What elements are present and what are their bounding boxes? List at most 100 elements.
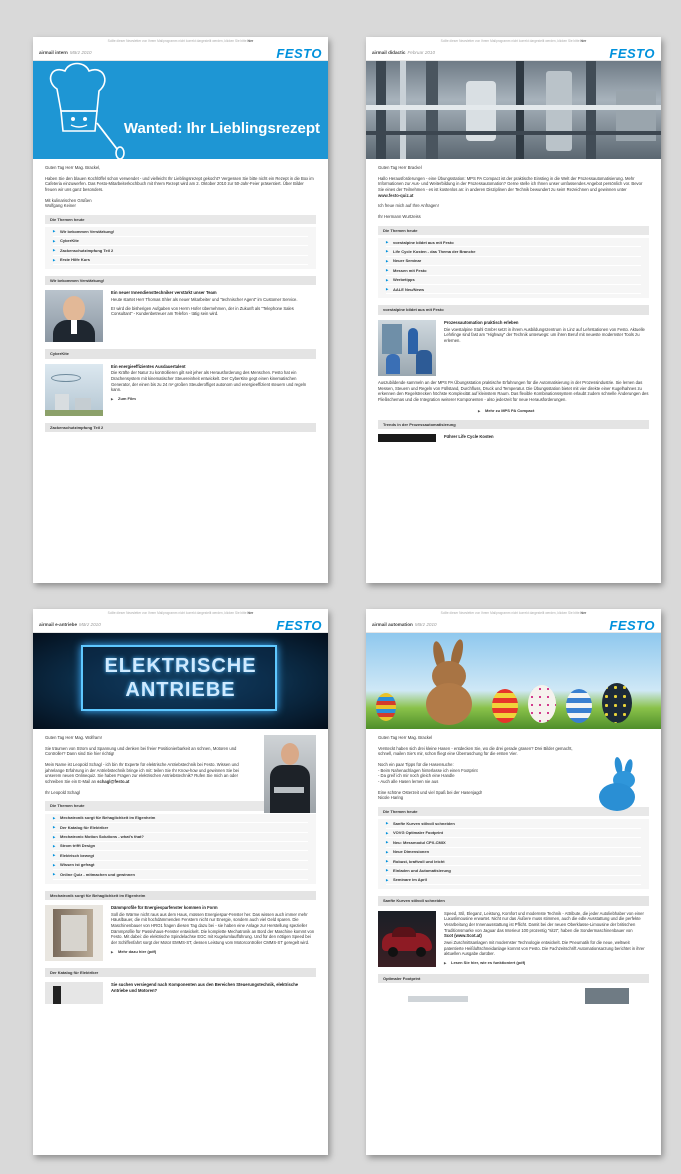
greeting: Guten Tag Herr Mag. Brackel, xyxy=(45,165,101,170)
intro-text: Versteckt haben sich drei kleine Hasen -… xyxy=(378,745,573,757)
mail-date: Februar 2010 xyxy=(407,50,436,56)
topic-link[interactable]: VOVG Optimaler Footprint xyxy=(386,829,641,839)
intro-text: Hallo Herausforderungen - eine Übungssta… xyxy=(378,175,643,198)
greeting: Guten Tag Herr Brackel xyxy=(378,165,422,170)
festo-logo: FESTO xyxy=(276,617,322,633)
topics-title: Die Themen heute xyxy=(378,225,649,236)
more-link[interactable]: Mehr zu MPS PA Compact xyxy=(478,408,649,413)
topic-link[interactable]: Sanfte Kurven stilvoll schneiden xyxy=(386,819,641,829)
chef-hat-icon xyxy=(49,62,125,159)
view-in-browser-link[interactable]: hier xyxy=(247,39,253,43)
newsletter-page-intern: Sollte dieser Newsletter von Ihrem Mailp… xyxy=(33,37,328,583)
topic-link[interactable]: Neue Dimensionen xyxy=(386,848,641,857)
intro-text: Haben Sie den blauen Kochlöffel schon ve… xyxy=(45,175,314,193)
wish-text: Ich freue mich auf Ihre Anfragen! xyxy=(378,203,439,209)
article: Dämmprofile für Energiesparfenster komme… xyxy=(45,904,316,961)
newsletter-page-e-antriebe: Sollte dieser Newsletter von Ihrem Mailp… xyxy=(33,609,328,1155)
article: Ein energieeffizientes Ausdauertalent Di… xyxy=(45,363,316,416)
mail-date: März 2010 xyxy=(414,622,437,628)
section-title: Wir bekommen Verstärkung! xyxy=(45,275,316,286)
topic-link[interactable]: Online Quiz - mitmachen und gewinnen xyxy=(53,870,308,880)
topic-link[interactable]: Mechatronik sorgt für Behaglichkeit im E… xyxy=(53,814,308,824)
more-link[interactable]: Lesen Sie hier, wie es funktioniert (pdf… xyxy=(444,960,649,965)
topics-list: Mechatronik sorgt für Behaglichkeit im E… xyxy=(45,813,316,884)
mail-header: airmail intern März 2010 FESTO xyxy=(33,45,328,61)
view-in-browser-link[interactable]: hier xyxy=(580,39,586,43)
topics-title: Die Themen heute xyxy=(45,215,316,225)
topic-link[interactable]: CyberKite xyxy=(53,237,308,247)
topic-link[interactable]: Der Katalog für Elektriker xyxy=(53,823,308,833)
topic-link[interactable]: Mechatronic Motion Solutions - what's th… xyxy=(53,833,308,842)
topic-link[interactable]: AALE Neu/News xyxy=(386,285,641,295)
topic-link[interactable]: Robust, kraftvoll und leicht xyxy=(386,857,641,867)
email-link[interactable]: schagl@festo.at xyxy=(97,779,129,784)
topic-link[interactable]: Wir bekommen Verstärkung! xyxy=(53,227,308,237)
banner-electric-drives: ELEKTRISCHE ANTRIEBE xyxy=(33,633,328,729)
article-thumb xyxy=(378,434,436,443)
quiz-link[interactable]: www.festo-quiz.at xyxy=(378,193,413,198)
more-link[interactable]: Mehr dazu hier (pdf) xyxy=(111,949,316,954)
greeting: Guten Tag Herr Mag. Brackel xyxy=(378,735,433,740)
article-headline: Prozessautomation praktisch erleben xyxy=(444,319,519,325)
newsletter-page-didactic: Sollte dieser Newsletter von Ihrem Mailp… xyxy=(366,37,661,583)
expert-portrait xyxy=(264,735,316,813)
topic-link[interactable]: Elektrisch bewegt xyxy=(53,851,308,861)
article: Sie suchen versiegend nach Komponenten a… xyxy=(45,982,316,1005)
article-headline: Sie suchen versiegend nach Komponenten a… xyxy=(111,982,299,993)
article: Speed, Stil, Eleganz, Leistung, Komfort … xyxy=(378,910,649,967)
article-text: Heute startet Herr Thomas Shler als neue… xyxy=(111,297,298,303)
section-title: Trends in der Prozessautomatisierung xyxy=(378,419,649,430)
window-profile-photo xyxy=(45,904,103,961)
closing: Mit kulinarischen Grüßen Wolfgang Keiner xyxy=(45,197,92,209)
scot-link[interactable]: Scot (www.Scot.at) xyxy=(444,933,649,939)
tips-text: Noch ein paar Tipps für die Hasensuche: … xyxy=(378,762,478,785)
training-photo xyxy=(378,319,436,376)
wish-text: Eine schöne Osterzeit und viel Spaß bei … xyxy=(378,789,483,801)
topic-link[interactable]: Messen mit Festo xyxy=(386,266,641,276)
topic-link[interactable]: Neuer Seminar xyxy=(386,257,641,267)
topic-link[interactable]: Einladen und Automatisierung xyxy=(386,866,641,876)
article-text: Er wird die bisherigen Aufgaben von Herr… xyxy=(111,305,294,317)
topic-link[interactable]: Wissen ist gefragt xyxy=(53,861,308,871)
article-text: Speed, Stil, Eleganz, Leistung, Komfort … xyxy=(444,911,649,957)
article: Prozessautomation praktisch erleben Die … xyxy=(378,319,649,376)
banner-title-line2: ANTRIEBE xyxy=(125,679,236,701)
mail-name: airmail e-antriebe März 2010 xyxy=(39,622,101,628)
topic-link[interactable]: Neu: Messmodul CPX-CMIX xyxy=(386,838,641,848)
topic-link[interactable]: voestalpine bildet aus mit Festo xyxy=(386,238,641,248)
topics-list: Wir bekommen Verstärkung! CyberKite Zack… xyxy=(45,227,316,269)
topic-link[interactable]: Seminare im April xyxy=(386,876,641,886)
article-text: Auszubildende sammeln an der MPS PA Übun… xyxy=(378,379,649,402)
topic-link[interactable]: Strom trifft Design xyxy=(53,842,308,852)
view-in-browser-link[interactable]: hier xyxy=(247,611,253,615)
mail-name: airmail automation März 2010 xyxy=(372,622,437,628)
article-text: Die Kräfte der Natur zu kontrollieren gi… xyxy=(111,370,307,393)
banner-easter-bunny xyxy=(366,633,661,729)
topic-link[interactable]: Werbetipps xyxy=(386,276,641,286)
mail-header: airmail automation März 2010 FESTO xyxy=(366,618,661,633)
signature: Ihr Hermann Wurtzeiss xyxy=(378,214,421,220)
view-in-browser-link[interactable]: hier xyxy=(580,611,586,615)
festo-logo: FESTO xyxy=(276,45,322,61)
section-title: Mechatronik sorgt für Behaglichkeit im E… xyxy=(45,890,316,900)
section-title: voestalpine bildet aus mit Festo xyxy=(378,305,649,315)
article-headline: Dämmprofile für Energiesparfenster komme… xyxy=(111,904,218,910)
festo-logo: FESTO xyxy=(609,45,655,61)
catalog-thumb xyxy=(45,982,103,1005)
topic-link[interactable]: Zackenschutzimpfung Teil 2 xyxy=(53,246,308,256)
article-headline: Ein energieeffizientes Ausdauertalent xyxy=(111,363,186,369)
topic-link[interactable]: Life Cycle Kosten - das Thema der Branch… xyxy=(386,247,641,257)
more-link[interactable]: Zum Film xyxy=(111,396,316,401)
section-title: Optimaler Footprint xyxy=(378,973,649,983)
section-title: Zackenschutzimpfung Teil 2 xyxy=(45,422,316,433)
blue-bunny-figure xyxy=(595,756,641,813)
footprint-image xyxy=(378,987,649,1008)
mail-name: airmail didactic Februar 2010 xyxy=(372,50,436,56)
topic-link[interactable]: Erste Hilfe Kurs xyxy=(53,256,308,265)
banner-title-line1: ELEKTRISCHE xyxy=(104,655,257,677)
article-text: Soll die Wärme nicht raus aus dem Haus, … xyxy=(111,911,315,945)
section-title: CyberKite xyxy=(45,349,316,359)
greeting: Guten Tag Herr Mag. Wolfram! xyxy=(45,735,102,740)
banner-industrial-pipes xyxy=(366,61,661,159)
section-title: Der Katalog für Elektriker xyxy=(45,967,316,978)
